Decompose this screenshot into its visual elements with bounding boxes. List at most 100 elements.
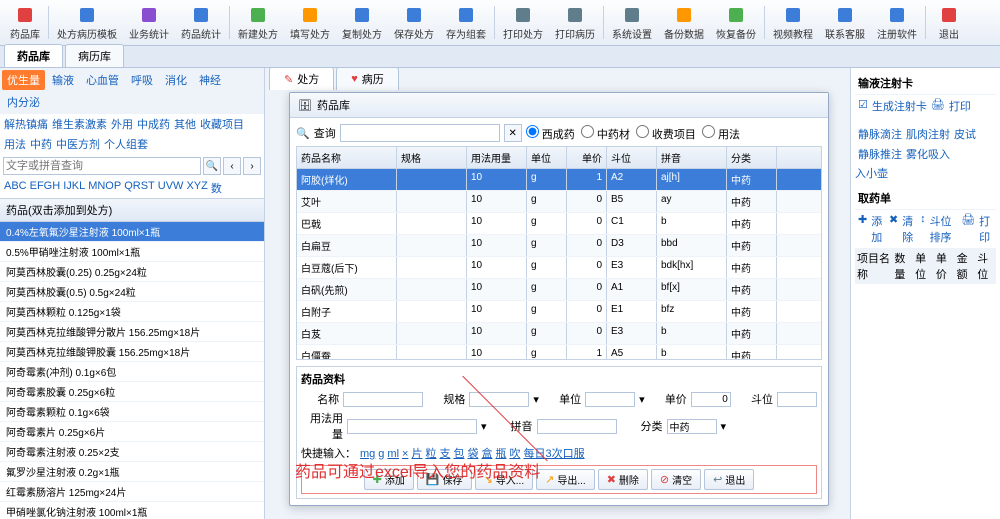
drug-row[interactable]: 红霉素肠溶片 125mg×24片 — [0, 482, 264, 502]
grid-row[interactable]: 白豆蔻(后下)10g0E3bdk[hx]中药 — [297, 257, 821, 279]
cat-link[interactable]: 用法 — [4, 136, 26, 152]
pos-input[interactable] — [777, 392, 817, 407]
sort-link[interactable]: 斗位排序 — [930, 213, 958, 245]
cat-link[interactable]: 解热镇痛 — [4, 116, 48, 132]
dropdown-icon[interactable]: ▾ — [639, 393, 645, 406]
add-link[interactable]: 添加 — [871, 213, 885, 245]
subtab[interactable]: 呼吸 — [126, 70, 158, 90]
tool-print-rx[interactable]: 打印处方 — [497, 2, 549, 43]
prev-button[interactable]: ‹ — [223, 157, 241, 175]
grid-col-header[interactable]: 斗位 — [607, 147, 657, 168]
next-button[interactable]: › — [243, 157, 261, 175]
alpha-link[interactable]: 数 — [211, 180, 222, 196]
dropdown-icon[interactable]: ▾ — [721, 420, 727, 433]
tool-save-rx[interactable]: 保存处方 — [388, 2, 440, 43]
alpha-link[interactable]: EFGH — [30, 180, 61, 196]
cat-link[interactable]: 个人组套 — [104, 136, 148, 152]
tool-exit[interactable]: 退出 — [928, 2, 970, 43]
search-button[interactable]: 🔍 — [203, 157, 221, 175]
grid-col-header[interactable]: 药品名称 — [297, 147, 397, 168]
drug-row[interactable]: 0.4%左氧氟沙星注射液 100ml×1瓶 — [0, 222, 264, 242]
grid-body[interactable]: 阿胶(烊化)10g1A2aj[h]中药艾叶10g0B5ay中药巴戟10g0C1b… — [297, 169, 821, 359]
alpha-link[interactable]: ABC — [4, 180, 27, 196]
tool-biz-stats[interactable]: 业务统计 — [123, 2, 175, 43]
cat-link[interactable]: 中成药 — [137, 116, 170, 132]
alpha-link[interactable]: IJKL — [63, 180, 85, 196]
grid-col-header[interactable]: 单价 — [567, 147, 607, 168]
dlg-btn-清空[interactable]: ⊘清空 — [651, 469, 701, 490]
injection-link[interactable]: 静脉推注 — [858, 146, 902, 162]
cat-link[interactable]: 维生素激素 — [52, 116, 107, 132]
drug-search-input[interactable] — [3, 157, 201, 175]
drug-row[interactable]: 阿奇霉素颗粒 0.1g×6袋 — [0, 402, 264, 422]
query-input[interactable] — [340, 124, 500, 142]
spec-input[interactable] — [469, 392, 529, 407]
injection-link[interactable]: 雾化吸入 — [906, 146, 950, 162]
alpha-link[interactable]: QRST — [124, 180, 155, 196]
tool-new-rx[interactable]: 新建处方 — [232, 2, 284, 43]
drug-row[interactable]: 氟罗沙星注射液 0.2g×1瓶 — [0, 462, 264, 482]
drug-row[interactable]: 阿莫西林颗粒 0.125g×1袋 — [0, 302, 264, 322]
tool-backup[interactable]: 备份数据 — [658, 2, 710, 43]
alpha-link[interactable]: MNOP — [88, 180, 121, 196]
dlg-btn-删除[interactable]: ✖删除 — [598, 469, 648, 490]
grid-col-header[interactable]: 单位 — [527, 147, 567, 168]
price-input[interactable] — [691, 392, 731, 407]
tool-drug-db[interactable]: 药品库 — [4, 2, 46, 43]
grid-col-header[interactable]: 分类 — [727, 147, 777, 168]
alpha-link[interactable]: XYZ — [186, 180, 207, 196]
type-radio[interactable]: 中药材 — [581, 125, 630, 142]
grid-row[interactable]: 巴戟10g0C1b中药 — [297, 213, 821, 235]
drug-row[interactable]: 阿奇霉素注射液 0.25×2支 — [0, 442, 264, 462]
alpha-link[interactable]: UVW — [158, 180, 184, 196]
subtab[interactable]: 神经 — [194, 70, 226, 90]
drug-row[interactable]: 阿奇霉素(冲剂) 0.1g×6包 — [0, 362, 264, 382]
dropdown-icon[interactable]: ▾ — [481, 420, 487, 433]
grid-row[interactable]: 艾叶10g0B5ay中药 — [297, 191, 821, 213]
subtab[interactable]: 内分泌 — [2, 92, 45, 112]
grid-row[interactable]: 阿胶(烊化)10g1A2aj[h]中药 — [297, 169, 821, 191]
print-link[interactable]: 打印 — [979, 213, 993, 245]
inner-tab[interactable]: ✎处方 — [269, 67, 334, 90]
cat-link[interactable]: 收藏项目 — [200, 116, 244, 132]
injection-link[interactable]: 静脉滴注 — [858, 126, 902, 142]
clear-link[interactable]: 清除 — [902, 213, 916, 245]
cat-input[interactable] — [667, 419, 717, 434]
grid-row[interactable]: 白扁豆10g0D3bbd中药 — [297, 235, 821, 257]
grid-col-header[interactable]: 拼音 — [657, 147, 727, 168]
unit-input[interactable] — [585, 392, 635, 407]
drug-list[interactable]: 0.4%左氧氟沙星注射液 100ml×1瓶0.5%甲硝唑注射液 100ml×1瓶… — [0, 222, 264, 519]
drug-row[interactable]: 甲硝唑氯化钠注射液 100ml×1瓶 — [0, 502, 264, 519]
drug-row[interactable]: 0.5%甲硝唑注射液 100ml×1瓶 — [0, 242, 264, 262]
inner-tab[interactable]: ♥病历 — [336, 67, 399, 90]
cat-link[interactable]: 其他 — [174, 116, 196, 132]
cat-link[interactable]: 外用 — [111, 116, 133, 132]
main-tab[interactable]: 病历库 — [65, 44, 124, 67]
type-radio[interactable]: 西成药 — [526, 125, 575, 142]
tool-save-as[interactable]: 存为组套 — [440, 2, 492, 43]
dlg-btn-退出[interactable]: ↩退出 — [704, 469, 754, 490]
injection-link[interactable]: 皮试 — [954, 126, 976, 142]
tool-fill-rx[interactable]: 填写处方 — [284, 2, 336, 43]
drug-row[interactable]: 阿莫西林胶囊(0.25) 0.25g×24粒 — [0, 262, 264, 282]
subtab[interactable]: 输液 — [47, 70, 79, 90]
more-link[interactable]: 入小壶 — [855, 165, 996, 181]
tool-restore[interactable]: 恢复备份 — [710, 2, 762, 43]
grid-row[interactable]: 白附子10g0E1bfz中药 — [297, 301, 821, 323]
tool-drug-stats[interactable]: 药品统计 — [175, 2, 227, 43]
tool-register[interactable]: 注册软件 — [871, 2, 923, 43]
gen-card-link[interactable]: 生成注射卡 — [872, 98, 927, 114]
tool-rx-template[interactable]: 处方病历模板 — [51, 2, 123, 43]
subtab[interactable]: 消化 — [160, 70, 192, 90]
dlg-btn-导出...[interactable]: ↗导出... — [536, 469, 595, 490]
tool-copy-rx[interactable]: 复制处方 — [336, 2, 388, 43]
cat-link[interactable]: 中药 — [30, 136, 52, 152]
usage-input[interactable] — [347, 419, 477, 434]
grid-row[interactable]: 白矾(先煎)10g0A1bf[x]中药 — [297, 279, 821, 301]
subtab[interactable]: 优生量 — [2, 70, 45, 90]
type-radio[interactable]: 收费项目 — [636, 125, 696, 142]
clear-query-button[interactable]: ✕ — [504, 124, 522, 142]
drug-row[interactable]: 阿莫西林克拉维酸钾分散片 156.25mg×18片 — [0, 322, 264, 342]
drug-row[interactable]: 阿莫西林克拉维酸钾胶囊 156.25mg×18片 — [0, 342, 264, 362]
drug-row[interactable]: 阿奇霉素胶囊 0.25g×6粒 — [0, 382, 264, 402]
